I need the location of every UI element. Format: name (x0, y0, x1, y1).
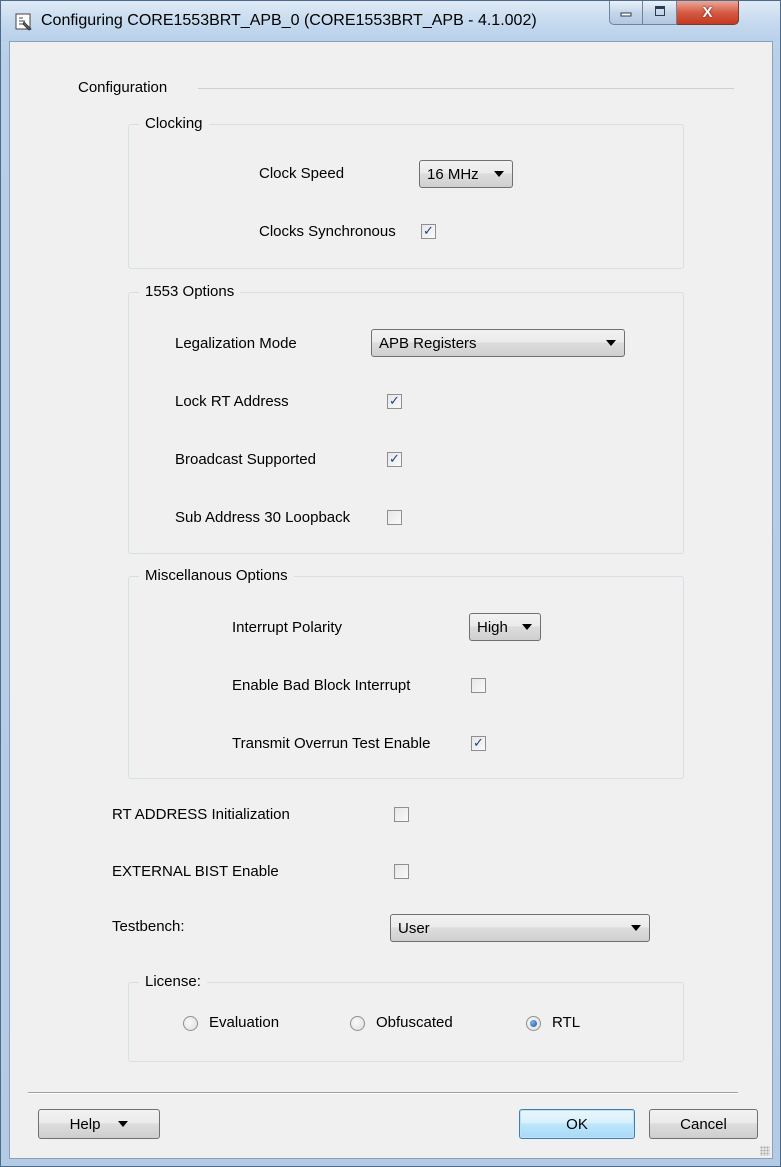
options-1553-group-label: 1553 Options (139, 283, 241, 301)
window-title: Configuring CORE1553BRT_APB_0 (CORE1553B… (41, 12, 537, 29)
footer-separator (28, 1092, 738, 1094)
license-evaluation-label[interactable]: Evaluation (209, 1014, 279, 1032)
legalization-mode-label: Legalization Mode (175, 335, 297, 352)
clock-speed-value: 16 MHz (427, 165, 479, 183)
check-icon: ✓ (423, 224, 434, 239)
enable-bad-block-interrupt-checkbox[interactable] (471, 678, 486, 693)
interrupt-polarity-label: Interrupt Polarity (232, 619, 343, 636)
rt-address-initialization-label: RT ADDRESS Initialization (112, 806, 290, 823)
maximize-button[interactable] (643, 1, 677, 25)
license-rtl-radio[interactable] (526, 1016, 541, 1031)
check-icon: ✓ (389, 394, 400, 409)
window-controls: X (609, 1, 739, 25)
configuration-dialog: Configuring CORE1553BRT_APB_0 (CORE1553B… (0, 0, 781, 1167)
license-group: License: Evaluation Obfuscated RTL (128, 973, 684, 1062)
clocks-synchronous-label: Clocks Synchronous (259, 223, 396, 240)
testbench-select[interactable]: User (390, 914, 650, 942)
title-bar[interactable]: Configuring CORE1553BRT_APB_0 (CORE1553B… (1, 1, 780, 41)
clock-speed-select[interactable]: 16 MHz (419, 160, 513, 188)
minimize-icon (620, 4, 632, 21)
enable-bad-block-interrupt-label: Enable Bad Block Interrupt (232, 677, 411, 694)
external-bist-enable-checkbox[interactable] (394, 864, 409, 879)
misc-options-group-label: Miscellanous Options (139, 567, 294, 585)
rt-address-initialization-checkbox[interactable] (394, 807, 409, 822)
license-obfuscated-radio[interactable] (350, 1016, 365, 1031)
license-obfuscated-label[interactable]: Obfuscated (376, 1014, 453, 1032)
license-evaluation-radio[interactable] (183, 1016, 198, 1031)
chevron-down-icon (606, 340, 616, 346)
license-group-label: License: (139, 973, 207, 991)
configuration-separator (198, 88, 734, 89)
close-icon: X (702, 4, 713, 21)
sub-address-30-loopback-label: Sub Address 30 Loopback (175, 509, 351, 526)
cancel-button-label: Cancel (680, 1115, 727, 1133)
chevron-down-icon (494, 171, 504, 177)
broadcast-supported-checkbox[interactable]: ✓ (387, 452, 402, 467)
interrupt-polarity-select[interactable]: High (469, 613, 541, 641)
maximize-icon (654, 4, 666, 21)
chevron-down-icon (118, 1121, 129, 1127)
minimize-button[interactable] (609, 1, 643, 25)
sub-address-30-loopback-checkbox[interactable] (387, 510, 402, 525)
help-button-label: Help (69, 1115, 101, 1133)
lock-rt-address-checkbox[interactable]: ✓ (387, 394, 402, 409)
misc-options-group: Miscellanous Options Interrupt Polarity … (128, 567, 684, 779)
ok-button[interactable]: OK (519, 1109, 635, 1139)
broadcast-supported-label: Broadcast Supported (175, 451, 316, 468)
testbench-label: Testbench: (112, 918, 185, 935)
configuration-section-label: Configuration (78, 79, 168, 96)
ok-button-label: OK (566, 1115, 588, 1133)
help-button[interactable]: Help (38, 1109, 160, 1139)
clocking-group-label: Clocking (139, 115, 209, 133)
transmit-overrun-test-enable-label: Transmit Overrun Test Enable (232, 735, 431, 752)
lock-rt-address-label: Lock RT Address (175, 393, 289, 410)
interrupt-polarity-value: High (477, 618, 508, 636)
transmit-overrun-test-enable-checkbox[interactable]: ✓ (471, 736, 486, 751)
close-button[interactable]: X (677, 1, 739, 25)
external-bist-enable-label: EXTERNAL BIST Enable (112, 863, 279, 880)
chevron-down-icon (631, 925, 641, 931)
clocking-group: Clocking Clock Speed 16 MHz Clocks Synch… (128, 115, 684, 269)
clock-speed-label: Clock Speed (259, 165, 345, 182)
options-1553-group: 1553 Options Legalization Mode APB Regis… (128, 283, 684, 554)
clocks-synchronous-checkbox[interactable]: ✓ (421, 224, 436, 239)
config-app-icon (15, 13, 33, 31)
legalization-mode-value: APB Registers (379, 334, 477, 352)
check-icon: ✓ (473, 736, 484, 751)
cancel-button[interactable]: Cancel (649, 1109, 758, 1139)
license-rtl-label[interactable]: RTL (552, 1014, 580, 1032)
dialog-body: Configuration Clocking Clock Speed 16 MH… (9, 41, 773, 1159)
chevron-down-icon (522, 624, 532, 630)
check-icon: ✓ (389, 452, 400, 467)
legalization-mode-select[interactable]: APB Registers (371, 329, 625, 357)
testbench-value: User (398, 919, 430, 937)
resize-grip-icon[interactable] (760, 1146, 770, 1156)
